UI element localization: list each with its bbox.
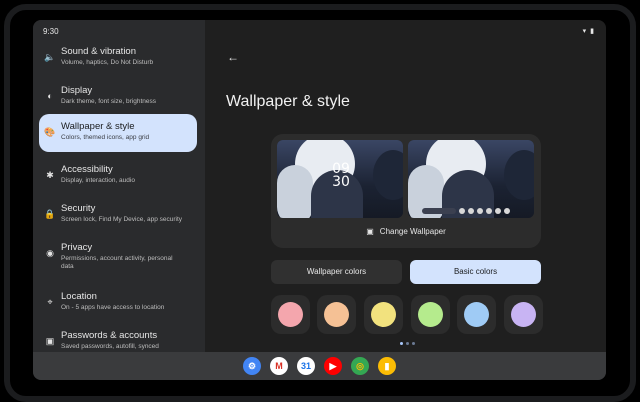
sidebar-item-privacy[interactable]: ◉ Privacy Permissions, account activity,… [39, 235, 197, 281]
lock-icon: 🔒 [44, 209, 56, 219]
sidebar-item-display[interactable]: ◐ Display Dark theme, font size, brightn… [39, 78, 197, 116]
sidebar-item-subtitle: Permissions, account activity, personal … [61, 255, 173, 270]
arrow-back-icon[interactable]: ← [227, 50, 239, 64]
sidebar-item-subtitle: Volume, haptics, Do Not Disturb [61, 59, 154, 66]
settings-app-icon[interactable]: ⚙ [243, 357, 261, 375]
sidebar-item-subtitle: Saved passwords, autofill, synced [61, 343, 159, 350]
battery-icon: ▮ [590, 28, 594, 35]
wifi-icon: ▾ [582, 28, 587, 35]
settings-sidebar: 9:30 🔈 Sound & vibration Volume, haptics… [33, 20, 205, 352]
color-swatch-pink[interactable] [271, 295, 310, 334]
tablet-screen: 9:30 🔈 Sound & vibration Volume, haptics… [33, 20, 606, 380]
change-wallpaper-button[interactable]: ▣ Change Wallpaper [271, 227, 541, 236]
tab-basic-colors[interactable]: Basic colors [410, 260, 541, 284]
sidebar-item-title: Display [61, 85, 93, 96]
sidebar-item-subtitle: Dark theme, font size, brightness [61, 98, 157, 105]
sidebar-item-sound[interactable]: 🔈 Sound & vibration Volume, haptics, Do … [39, 39, 197, 77]
sidebar-item-title: Privacy [61, 242, 93, 253]
status-time: 9:30 [43, 27, 59, 36]
sidebar-item-title: Security [61, 203, 96, 214]
swatch-color [418, 302, 443, 327]
accessibility-icon: ✱ [46, 170, 54, 180]
key-card-icon: ▣ [45, 336, 55, 346]
page-title: Wallpaper & style [226, 93, 350, 110]
sidebar-item-title: Wallpaper & style [61, 121, 135, 132]
sidebar-item-subtitle: On - 5 apps have access to location [61, 304, 165, 311]
chrome-app-icon[interactable]: ◎ [351, 357, 369, 375]
home-screen-preview[interactable] [408, 140, 534, 218]
display-icon: ◐ [47, 91, 53, 101]
location-pin-icon: ⌖ [47, 297, 53, 307]
lock-screen-preview[interactable]: 09 30 [277, 140, 403, 218]
tab-wallpaper-colors[interactable]: Wallpaper colors [271, 260, 402, 284]
youtube-app-icon[interactable]: ▶ [324, 357, 342, 375]
sidebar-item-title: Sound & vibration [61, 46, 136, 57]
sidebar-item-subtitle: Screen lock, Find My Device, app securit… [61, 216, 183, 223]
speaker-icon: 🔈 [44, 52, 56, 62]
swatch-color [324, 302, 349, 327]
swatch-page-indicator [400, 342, 415, 345]
wallpaper-preview-card: 09 30 ▣ Change Wallpaper [271, 134, 541, 248]
swatch-color [278, 302, 303, 327]
sidebar-item-wallpaper-style[interactable]: 🎨 Wallpaper & style Colors, themed icons… [39, 114, 197, 152]
color-swatch-green[interactable] [411, 295, 450, 334]
keep-app-icon[interactable]: ▮ [378, 357, 396, 375]
home-screen-dock [422, 208, 510, 214]
sidebar-item-subtitle: Display, interaction, audio [61, 177, 135, 184]
swatch-color [464, 302, 489, 327]
color-swatch-row [271, 295, 543, 335]
status-icons: ▾ ▮ [583, 27, 594, 35]
sidebar-item-location[interactable]: ⌖ Location On - 5 apps have access to lo… [39, 284, 197, 322]
sidebar-item-title: Passwords & accounts [61, 330, 158, 341]
lock-clock-minute: 30 [332, 174, 350, 190]
sidebar-item-title: Accessibility [61, 164, 113, 175]
sidebar-item-accessibility[interactable]: ✱ Accessibility Display, interaction, au… [39, 157, 197, 195]
lock-screen-clock: 09 30 [327, 162, 355, 190]
wallpaper-style-panel: ▾ ▮ ← Wallpaper & style 09 30 ▣ Change W… [205, 20, 606, 352]
change-wallpaper-label: Change Wallpaper [379, 227, 446, 236]
sidebar-item-title: Location [61, 291, 97, 302]
swatch-color [511, 302, 536, 327]
color-swatch-orange[interactable] [317, 295, 356, 334]
color-swatch-blue[interactable] [457, 295, 496, 334]
gmail-app-icon[interactable]: M [270, 357, 288, 375]
wallpaper-image-icon: ▣ [366, 227, 374, 236]
privacy-eye-icon: ◉ [46, 248, 54, 258]
sidebar-item-security[interactable]: 🔒 Security Screen lock, Find My Device, … [39, 196, 197, 234]
color-swatch-purple[interactable] [504, 295, 543, 334]
palette-icon: 🎨 [44, 127, 56, 137]
sidebar-item-subtitle: Colors, themed icons, app grid [61, 134, 150, 141]
calendar-app-icon[interactable]: 31 [297, 357, 315, 375]
swatch-color [371, 302, 396, 327]
color-swatch-yellow[interactable] [364, 295, 403, 334]
taskbar: ⚙ M 31 ▶ ◎ ▮ [33, 352, 606, 380]
